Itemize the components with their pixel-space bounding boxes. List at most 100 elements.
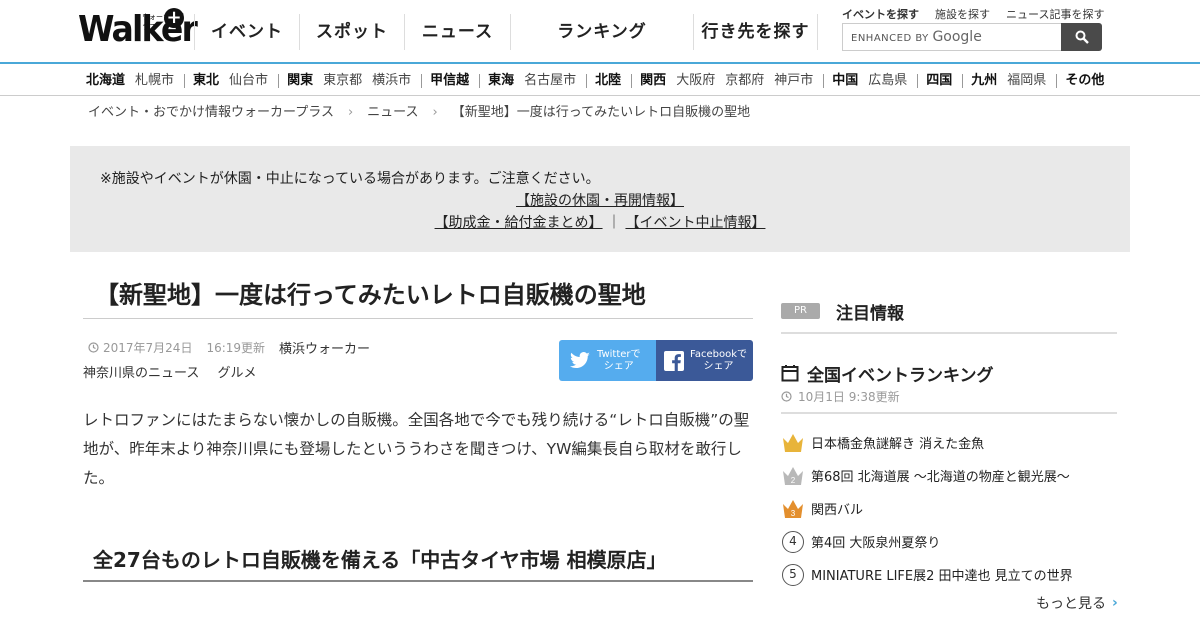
notice-message: ※施設やイベントが休園・中止になっている場合があります。ご注意ください。 bbox=[100, 171, 600, 187]
region-separator bbox=[184, 74, 186, 88]
region-link[interactable]: 関西 bbox=[640, 73, 666, 89]
twitter-share-button[interactable]: Twitterで シェア bbox=[559, 340, 656, 381]
nav-ranking[interactable]: ランキング bbox=[511, 14, 694, 50]
pr-badge: PR bbox=[781, 303, 820, 319]
link-search-facilities[interactable]: 施設を探す bbox=[935, 6, 990, 22]
ranking-header: 全国イベントランキング 10月1日 9:38更新 bbox=[781, 360, 1117, 414]
search-button[interactable] bbox=[1061, 23, 1102, 51]
region-separator bbox=[421, 74, 423, 88]
nav-news[interactable]: ニュース bbox=[405, 14, 511, 50]
region-link[interactable]: その他 bbox=[1065, 73, 1104, 89]
breadcrumb-news[interactable]: ニュース bbox=[367, 104, 418, 122]
search-input[interactable]: ENHANCED BY Google bbox=[842, 23, 1061, 51]
crown-icon bbox=[781, 431, 805, 455]
ranking-item[interactable]: 日本橋金魚謎解き 消えた金魚 bbox=[781, 426, 1117, 459]
logo-plus-icon: + bbox=[164, 8, 184, 28]
city-link[interactable]: 札幌市 bbox=[135, 73, 174, 89]
ranking-updated: 10月1日 9:38更新 bbox=[781, 388, 900, 405]
region-link[interactable]: 東北 bbox=[193, 73, 219, 89]
ranking-title[interactable]: 全国イベントランキング bbox=[807, 361, 994, 386]
more-label: もっと見る bbox=[1036, 596, 1106, 612]
city-link[interactable]: 名古屋市 bbox=[524, 73, 576, 89]
city-link[interactable]: 横浜市 bbox=[372, 73, 411, 89]
article-date: 2017年7月24日 bbox=[103, 341, 193, 355]
region-link[interactable]: 東海 bbox=[488, 73, 514, 89]
walker-plus-logo[interactable]: Walker ウォーカープラス + bbox=[78, 8, 198, 52]
chevron-right-icon: › bbox=[1112, 595, 1118, 611]
site-header: Walker ウォーカープラス + イベント スポット ニュース ランキング 行… bbox=[0, 0, 1200, 64]
breadcrumb-current: 【新聖地】一度は行ってみたいレトロ自販機の聖地 bbox=[451, 105, 751, 120]
ranking-item[interactable]: 4 第4回 大阪泉州夏祭り bbox=[781, 525, 1117, 558]
notice-separator: ｜ bbox=[607, 215, 621, 231]
ranking-list: 日本橋金魚謎解き 消えた金魚 2 第68回 北海道展 〜北海道の物産と観光展〜 3 関西… bbox=[781, 426, 1117, 591]
category-kanagawa-news[interactable]: 神奈川県のニュース bbox=[83, 366, 199, 381]
ranking-item[interactable]: 3 関西バル bbox=[781, 492, 1117, 525]
chevron-right-icon: › bbox=[347, 105, 354, 120]
ranking-item-title: 第4回 大阪泉州夏祭り bbox=[811, 536, 941, 551]
region-link[interactable]: 北海道 bbox=[86, 73, 125, 89]
crown-rank-number: 3 bbox=[791, 509, 796, 518]
search-google-label: Google bbox=[932, 29, 982, 45]
header-sublinks: イベントを探す 施設を探す ニュース記事を探す bbox=[842, 6, 1120, 22]
global-nav: イベント スポット ニュース ランキング 行き先を探す bbox=[194, 14, 818, 50]
article-updated: 16:19更新 bbox=[206, 341, 266, 355]
calendar-icon bbox=[781, 365, 799, 382]
more-link[interactable]: もっと見る › bbox=[1036, 593, 1118, 613]
article-writer[interactable]: 横浜ウォーカー bbox=[279, 338, 370, 357]
category-gourmet[interactable]: グルメ bbox=[218, 366, 257, 381]
region-link[interactable]: 中国 bbox=[832, 73, 858, 89]
city-link[interactable]: 大阪府 bbox=[676, 73, 715, 89]
region-separator bbox=[631, 74, 633, 88]
facebook-share-button[interactable]: Facebookで シェア bbox=[656, 340, 753, 381]
share-buttons: Twitterで シェア Facebookで シェア bbox=[559, 340, 753, 381]
twitter-share-label-2: シェア bbox=[603, 360, 634, 372]
article-lead: レトロファンにはたまらない懐かしの自販機。全国各地で今でも残り続ける“レトロ自販… bbox=[83, 411, 750, 487]
region-separator bbox=[278, 74, 280, 88]
region-separator bbox=[962, 74, 964, 88]
clock-icon bbox=[781, 391, 792, 402]
rank-number: 4 bbox=[782, 530, 804, 553]
breadcrumb-home[interactable]: イベント・おでかけ情報ウォーカープラス bbox=[88, 104, 334, 122]
crown-icon: 3 bbox=[781, 497, 805, 521]
ranking-item-title: MINIATURE LIFE展2 田中達也 見立ての世界 bbox=[811, 569, 1073, 584]
breadcrumb: イベント・おでかけ情報ウォーカープラス › ニュース › 【新聖地】一度は行って… bbox=[88, 104, 750, 122]
region-link[interactable]: 関東 bbox=[287, 73, 313, 89]
region-link[interactable]: 北陸 bbox=[595, 73, 621, 89]
notice-link-subsidy[interactable]: 【助成金・給付金まとめ】 bbox=[435, 215, 603, 231]
rank-number: 5 bbox=[782, 563, 804, 586]
article-title: 【新聖地】一度は行ってみたいレトロ自販機の聖地 bbox=[83, 278, 753, 319]
city-link[interactable]: 京都府 bbox=[725, 73, 764, 89]
nav-event[interactable]: イベント bbox=[194, 14, 300, 50]
region-link[interactable]: 甲信越 bbox=[430, 73, 469, 89]
ranking-item-title: 日本橋金魚謎解き 消えた金魚 bbox=[811, 437, 985, 452]
city-link[interactable]: 広島県 bbox=[868, 73, 907, 89]
notice-link-event-cancel[interactable]: 【イベント中止情報】 bbox=[625, 215, 765, 231]
nav-spot[interactable]: スポット bbox=[300, 14, 405, 50]
region-bar: 北海道 札幌市 東北 仙台市 関東 東京都 横浜市 甲信越 東海 名古屋市 北陸 関西 大阪府 京都府 神戸… bbox=[0, 66, 1200, 96]
ranking-item[interactable]: 2 第68回 北海道展 〜北海道の物産と観光展〜 bbox=[781, 459, 1117, 492]
region-link[interactable]: 四国 bbox=[926, 73, 952, 89]
facebook-icon bbox=[664, 350, 684, 371]
city-link[interactable]: 神戸市 bbox=[774, 73, 813, 89]
clock-icon bbox=[88, 342, 99, 353]
city-link[interactable]: 仙台市 bbox=[229, 73, 268, 89]
chevron-right-icon: › bbox=[432, 105, 438, 120]
ranking-item[interactable]: 5 MINIATURE LIFE展2 田中達也 見立ての世界 bbox=[781, 558, 1117, 591]
region-link[interactable]: 九州 bbox=[971, 73, 997, 89]
region-row: 北海道 札幌市 東北 仙台市 関東 東京都 横浜市 甲信越 東海 名古屋市 北陸 関西 大阪府 京都府 神戸… bbox=[86, 73, 1114, 89]
city-link[interactable]: 東京都 bbox=[323, 73, 362, 89]
facebook-share-label-2: シェア bbox=[703, 360, 734, 372]
crown-icon: 2 bbox=[781, 464, 805, 488]
link-search-events[interactable]: イベントを探す bbox=[842, 6, 919, 22]
city-link[interactable]: 福岡県 bbox=[1007, 73, 1046, 89]
nav-destination[interactable]: 行き先を探す bbox=[694, 14, 818, 50]
region-separator bbox=[823, 74, 825, 88]
search-enhanced-label: ENHANCED BY bbox=[851, 33, 929, 44]
notice-link-facility[interactable]: 【施設の休園・再開情報】 bbox=[516, 193, 684, 209]
twitter-bird-icon bbox=[570, 351, 590, 368]
site-search: ENHANCED BY Google bbox=[842, 23, 1102, 51]
rank-number-icon: 4 bbox=[781, 530, 805, 554]
search-icon bbox=[1075, 30, 1089, 44]
link-search-news[interactable]: ニュース記事を探す bbox=[1006, 6, 1104, 22]
pr-title: 注目情報 bbox=[836, 304, 904, 324]
